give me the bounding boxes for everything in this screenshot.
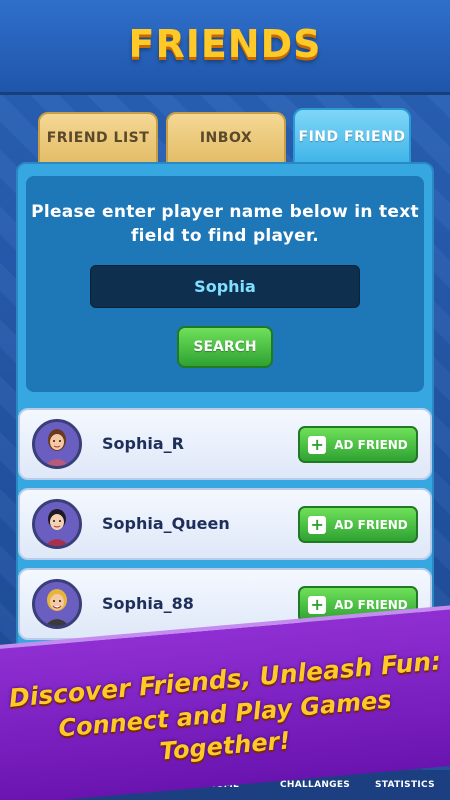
list-item: Sophia_Queen + AD FRIEND: [18, 488, 432, 560]
list-item: Sophia_R + AD FRIEND: [18, 408, 432, 480]
plus-icon: +: [308, 435, 327, 454]
tab-find-friend[interactable]: FIND FRIEND: [293, 108, 411, 166]
friend-name: Sophia_88: [102, 594, 194, 613]
search-button[interactable]: SEARCH: [177, 326, 273, 368]
avatar: [32, 499, 82, 549]
plus-icon: +: [308, 515, 327, 534]
friend-name: Sophia_R: [102, 434, 184, 453]
avatar: [32, 419, 82, 469]
tab-friend-list[interactable]: FRIEND LIST: [38, 112, 158, 164]
add-friend-label: AD FRIEND: [334, 437, 408, 452]
add-friend-button[interactable]: + AD FRIEND: [298, 506, 418, 543]
player-name-input[interactable]: Sophia: [90, 265, 360, 308]
tab-inbox[interactable]: INBOX: [166, 112, 286, 164]
page-title: FRIENDS: [128, 22, 322, 66]
friend-name: Sophia_Queen: [102, 514, 230, 533]
add-friend-label: AD FRIEND: [334, 517, 408, 532]
avatar: [32, 579, 82, 629]
add-friend-button[interactable]: + AD FRIEND: [298, 426, 418, 463]
nav-challenges[interactable]: CHALLANGES: [280, 780, 350, 790]
plus-icon: +: [308, 595, 327, 614]
nav-statistics[interactable]: STATISTICS: [375, 780, 435, 790]
search-prompt: Please enter player name below in text f…: [31, 202, 419, 246]
